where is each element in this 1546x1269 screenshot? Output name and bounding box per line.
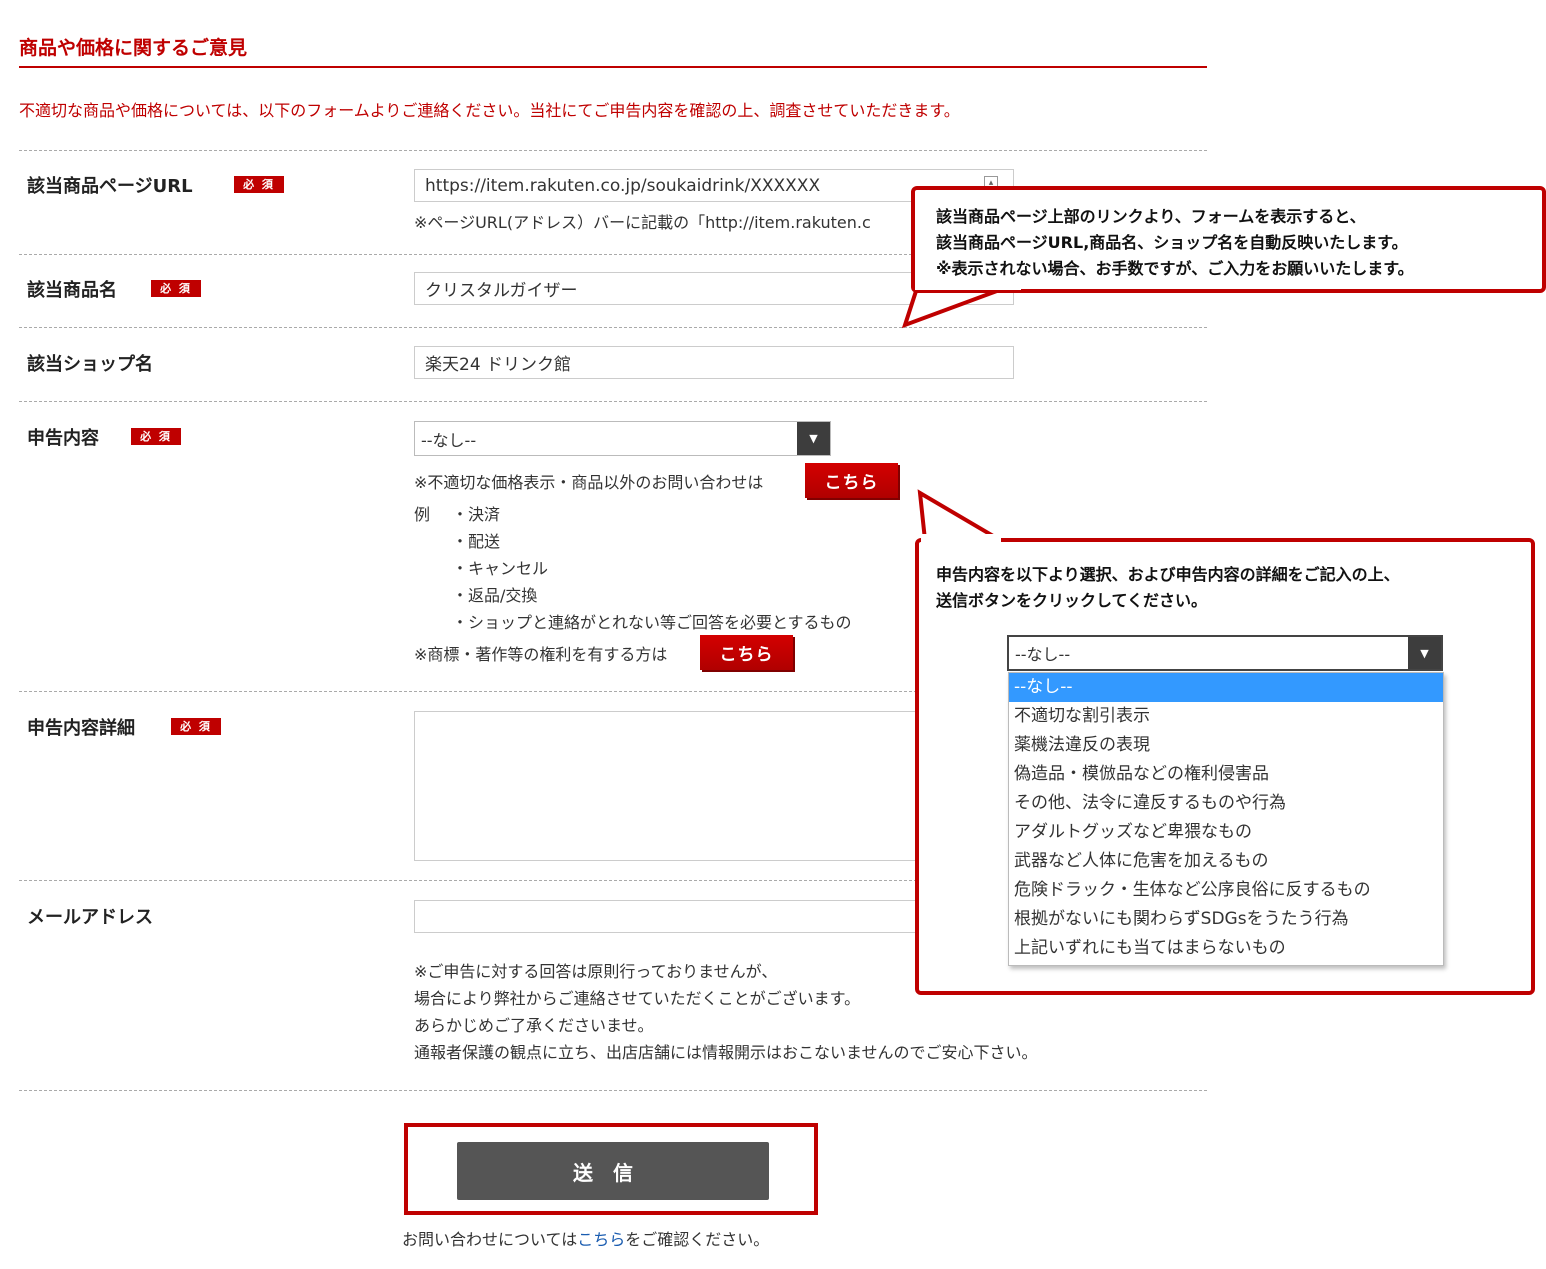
option-item[interactable]: 薬機法違反の表現 — [1009, 731, 1443, 760]
callout-line: 送信ボタンをクリックしてください。 — [936, 591, 1208, 610]
option-item[interactable]: 不適切な割引表示 — [1009, 702, 1443, 731]
report-type-label: 申告内容 — [27, 428, 99, 449]
option-item[interactable]: --なし-- — [1009, 673, 1443, 702]
example-item: ・返品/交換 — [452, 586, 538, 605]
example-item: ・決済 — [452, 505, 501, 524]
option-item[interactable]: 武器など人体に危害を加えるもの — [1009, 847, 1443, 876]
option-item[interactable]: その他、法令に違反するものや行為 — [1009, 789, 1443, 818]
required-badge: 必 須 — [131, 428, 181, 445]
shop-name-value: 楽天24 ドリンク館 — [425, 355, 572, 375]
required-badge: 必 須 — [171, 718, 221, 735]
chevron-down-icon: ▼ — [797, 422, 830, 455]
url-note: ※ページURL(アドレス）バーに記載の「http://item.rakuten.… — [414, 213, 871, 232]
required-badge: 必 須 — [234, 176, 284, 193]
page-title: 商品や価格に関するご意見 — [19, 37, 248, 59]
other-inquiry-link-button[interactable]: こちら — [805, 463, 898, 498]
example-item: ・ショップと連絡がとれない等ご回答を必要とするもの — [452, 613, 852, 632]
email-note: あらかじめご了承くださいませ。 — [414, 1016, 654, 1035]
example-item: ・配送 — [452, 532, 501, 551]
intro-text: 不適切な商品や価格については、以下のフォームよりご連絡ください。当社にてご申告内… — [19, 101, 960, 120]
row-divider — [19, 327, 1207, 328]
autofill-callout: 該当商品ページ上部のリンクより、フォームを表示すると、 該当商品ページURL,商… — [911, 186, 1546, 293]
inquiry-link[interactable]: こちら — [577, 1230, 625, 1249]
report-type-select[interactable]: --なし-- ▼ — [414, 421, 831, 456]
required-badge: 必 須 — [151, 280, 201, 297]
footer-prefix: お問い合わせについては — [402, 1230, 578, 1249]
other-inquiry-note: ※不適切な価格表示・商品以外のお問い合わせは — [414, 473, 764, 492]
option-item[interactable]: 根拠がないにも関わらずSDGsをうたう行為 — [1009, 905, 1443, 934]
option-item[interactable]: 危険ドラック・生体など公序良俗に反するもの — [1009, 876, 1443, 905]
callout-line: ※表示されない場合、お手数ですが、ご入力をお願いいたします。 — [936, 259, 1414, 278]
rights-holder-link-button[interactable]: こちら — [700, 635, 793, 670]
product-name-value: クリスタルガイザー — [425, 281, 578, 301]
url-label: 該当商品ページURL — [27, 176, 193, 197]
report-detail-label: 申告内容詳細 — [27, 718, 135, 739]
callout-line: 該当商品ページURL,商品名、ショップ名を自動反映いたします。 — [936, 233, 1408, 252]
option-item[interactable]: アダルトグッズなど卑猥なもの — [1009, 818, 1443, 847]
footer-note: お問い合わせについてはこちらをご確認ください。 — [402, 1226, 769, 1250]
report-type-select-value: --なし-- — [421, 430, 477, 450]
chevron-down-icon: ▼ — [1408, 637, 1441, 669]
callout-line: 該当商品ページ上部のリンクより、フォームを表示すると、 — [936, 207, 1366, 226]
footer-suffix: をご確認ください。 — [625, 1230, 770, 1249]
example-label: 例 — [414, 505, 431, 524]
url-input-value: https://item.rakuten.co.jp/soukaidrink/X… — [425, 175, 821, 196]
shop-name-label: 該当ショップ名 — [27, 354, 153, 375]
option-item[interactable]: 偽造品・模倣品などの権利侵害品 — [1009, 760, 1443, 789]
row-divider — [19, 150, 1207, 151]
row-divider — [19, 401, 1207, 402]
title-divider — [19, 66, 1207, 68]
example-item: ・キャンセル — [452, 559, 549, 578]
callout-select-value: --なし-- — [1015, 645, 1071, 664]
rights-holder-note: ※商標・著作等の権利を有する方は — [414, 645, 668, 664]
option-item[interactable]: 上記いずれにも当てはまらないもの — [1009, 934, 1443, 963]
callout-report-type-select[interactable]: --なし-- ▼ — [1007, 635, 1443, 671]
report-type-options-list: --なし-- 不適切な割引表示 薬機法違反の表現 偽造品・模倣品などの権利侵害品… — [1008, 672, 1444, 966]
submit-button[interactable]: 送信 — [457, 1142, 769, 1200]
product-name-label: 該当商品名 — [27, 280, 117, 301]
email-note: ※ご申告に対する回答は原則行っておりませんが、 — [414, 962, 778, 981]
email-note: 場合により弊社からご連絡させていただくことがございます。 — [414, 989, 861, 1008]
email-note: 通報者保護の観点に立ち、出店店舗には情報開示はおこないませんのでご安心下さい。 — [414, 1043, 1038, 1062]
email-label: メールアドレス — [27, 907, 153, 928]
shop-name-input[interactable]: 楽天24 ドリンク館 — [414, 346, 1014, 379]
row-divider — [19, 1090, 1207, 1091]
callout-line: 申告内容を以下より選択、および申告内容の詳細をご記入の上、 — [936, 565, 1400, 584]
